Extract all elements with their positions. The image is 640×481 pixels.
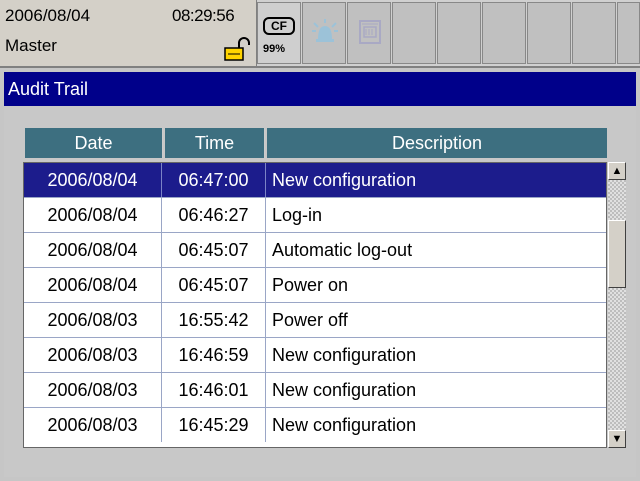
empty-slot-1 xyxy=(392,2,436,64)
user-level: Master xyxy=(5,36,57,55)
cell-date: 2006/08/03 xyxy=(24,303,162,337)
table-row[interactable]: 2006/08/03 16:55:42 Power off xyxy=(24,303,606,338)
cell-description: Power on xyxy=(272,275,349,295)
cell-date: 2006/08/04 xyxy=(24,233,162,267)
cell-description: Power off xyxy=(272,310,348,330)
alarm-slot[interactable] xyxy=(302,2,346,64)
table-row[interactable]: 2006/08/03 16:45:29 New configuration xyxy=(24,408,606,443)
table-row[interactable]: 2006/08/03 16:46:59 New configuration xyxy=(24,338,606,373)
cell-time: 06:46:27 xyxy=(162,198,266,232)
table-row[interactable]: 2006/08/04 06:45:07 Power on xyxy=(24,268,606,303)
column-header-description: Description xyxy=(267,128,607,158)
cell-date: 2006/08/03 xyxy=(24,373,162,407)
empty-slot-6 xyxy=(617,2,640,64)
vertical-scrollbar[interactable]: ▲ ▼ xyxy=(608,162,626,448)
cell-time: 16:45:29 xyxy=(162,408,266,442)
cell-time: 06:47:00 xyxy=(162,163,266,197)
memory-module-icon xyxy=(356,17,384,52)
current-time: 08:29:56 xyxy=(172,6,235,25)
status-bar: 2006/08/04 08:29:56 Master CF 99% xyxy=(0,0,640,68)
scroll-down-arrow-icon[interactable]: ▼ xyxy=(608,430,626,448)
cell-date: 2006/08/04 xyxy=(24,268,162,302)
empty-slot-5 xyxy=(572,2,616,64)
column-header-date: Date xyxy=(25,128,163,158)
cell-time: 06:45:07 xyxy=(162,268,266,302)
cell-date: 2006/08/03 xyxy=(24,338,162,372)
audit-trail-panel: Date Time Description 2006/08/04 06:47:0… xyxy=(4,106,636,477)
scroll-up-arrow-icon[interactable]: ▲ xyxy=(608,162,626,180)
current-date: 2006/08/04 xyxy=(5,6,91,25)
cell-description: New configuration xyxy=(272,415,417,435)
cell-date: 2006/08/04 xyxy=(24,198,162,232)
cf-card-icon: CF xyxy=(263,17,295,35)
cell-date: 2006/08/03 xyxy=(24,408,162,442)
cell-time: 16:46:01 xyxy=(162,373,266,407)
empty-slot-2 xyxy=(437,2,481,64)
cf-card-status[interactable]: CF 99% xyxy=(257,2,301,64)
padlock-open-icon[interactable] xyxy=(222,36,252,62)
cell-time: 06:45:07 xyxy=(162,233,266,267)
page-title: Audit Trail xyxy=(4,72,636,106)
table-row[interactable]: 2006/08/04 06:46:27 Log-in xyxy=(24,198,606,233)
cell-description: Log-in xyxy=(272,205,323,225)
cell-description: New configuration xyxy=(272,380,417,400)
cf-card-usage: 99% xyxy=(263,43,286,55)
cell-description: New configuration xyxy=(272,170,417,190)
cell-description: Automatic log-out xyxy=(272,240,413,260)
cell-date: 2006/08/04 xyxy=(24,163,162,197)
table-row-selected[interactable]: 2006/08/04 06:47:00 New configuration xyxy=(24,163,606,198)
table-header: Date Time Description xyxy=(25,128,607,158)
cell-time: 16:55:42 xyxy=(162,303,266,337)
memory-slot[interactable] xyxy=(347,2,391,64)
audit-table-body: 2006/08/04 06:47:00 New configuration 20… xyxy=(23,162,607,448)
empty-slot-3 xyxy=(482,2,526,64)
empty-slot-4 xyxy=(527,2,571,64)
table-row[interactable]: 2006/08/03 16:46:01 New configuration xyxy=(24,373,606,408)
cell-time: 16:46:59 xyxy=(162,338,266,372)
status-info-panel: 2006/08/04 08:29:56 Master xyxy=(0,0,257,66)
scrollbar-thumb[interactable] xyxy=(608,220,626,288)
column-header-time: Time xyxy=(165,128,265,158)
cell-description: New configuration xyxy=(272,345,417,365)
table-row[interactable]: 2006/08/04 06:45:07 Automatic log-out xyxy=(24,233,606,268)
alarm-bell-icon xyxy=(311,17,339,52)
